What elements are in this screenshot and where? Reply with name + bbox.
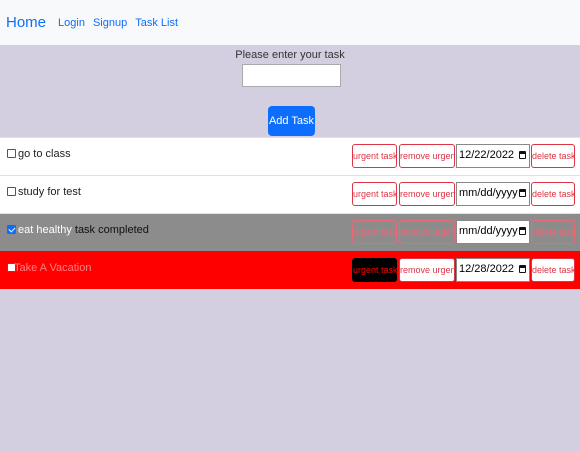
task-row-completed: eat healthy task completed urgent task r… bbox=[0, 213, 580, 251]
task-checkbox[interactable] bbox=[7, 187, 16, 196]
delete-task-button[interactable]: delete task bbox=[531, 182, 576, 206]
urgent-task-button[interactable]: urgent task bbox=[352, 182, 398, 206]
home-link[interactable]: Home bbox=[6, 14, 46, 31]
login-link[interactable]: Login bbox=[58, 17, 85, 29]
task-row-urgent: Take A Vacation urgent task remove urgen… bbox=[0, 251, 580, 289]
due-date-input[interactable]: mm/dd/yyyy bbox=[456, 182, 530, 206]
signup-link[interactable]: Signup bbox=[93, 17, 127, 29]
due-date-input[interactable]: 12/28/2022 bbox=[456, 258, 530, 282]
due-date-value: 12/28/2022 bbox=[459, 263, 515, 275]
task-text: go to class bbox=[18, 148, 71, 160]
task-checkbox[interactable] bbox=[7, 225, 16, 234]
remove-urgent-button[interactable]: remove urgent bbox=[399, 258, 458, 282]
due-date-value: mm/dd/yyyy bbox=[459, 225, 518, 237]
due-date-input[interactable]: 12/22/2022 bbox=[456, 144, 530, 168]
task-checkbox[interactable] bbox=[7, 149, 16, 158]
remove-urgent-button[interactable]: remove urgent bbox=[399, 144, 458, 168]
add-task-button[interactable]: Add Task bbox=[268, 106, 315, 136]
calendar-icon[interactable] bbox=[519, 227, 526, 235]
due-date-value: 12/22/2022 bbox=[459, 149, 515, 161]
task-form: Please enter your task Add Task bbox=[0, 45, 580, 137]
navbar: Home Login Signup Task List bbox=[0, 0, 580, 45]
delete-task-button[interactable]: delete task bbox=[531, 258, 576, 282]
task-prompt: Please enter your task bbox=[235, 49, 345, 61]
task-row: study for test urgent task remove urgent… bbox=[0, 175, 580, 213]
calendar-icon[interactable] bbox=[519, 189, 526, 197]
urgent-task-button[interactable]: urgent task bbox=[352, 258, 398, 282]
task-list-link[interactable]: Task List bbox=[135, 17, 178, 29]
calendar-icon[interactable] bbox=[519, 265, 526, 273]
remove-urgent-button[interactable]: remove urgent bbox=[399, 182, 458, 206]
task-text: eat healthy bbox=[18, 224, 72, 236]
task-row: go to class urgent task remove urgent 12… bbox=[0, 137, 580, 175]
task-input[interactable] bbox=[242, 64, 341, 87]
due-date-input[interactable]: mm/dd/yyyy bbox=[456, 220, 530, 244]
due-date-value: mm/dd/yyyy bbox=[459, 187, 518, 199]
urgent-task-button[interactable]: urgent task bbox=[352, 220, 398, 244]
remove-urgent-button[interactable]: remove urgent bbox=[399, 220, 458, 244]
task-completed-label: task completed bbox=[71, 224, 149, 236]
task-text: study for test bbox=[18, 186, 81, 198]
delete-task-button[interactable]: delete task bbox=[531, 220, 576, 244]
task-text: Take A Vacation bbox=[14, 262, 92, 274]
calendar-icon[interactable] bbox=[519, 151, 526, 159]
urgent-task-button[interactable]: urgent task bbox=[352, 144, 398, 168]
delete-task-button[interactable]: delete task bbox=[531, 144, 576, 168]
